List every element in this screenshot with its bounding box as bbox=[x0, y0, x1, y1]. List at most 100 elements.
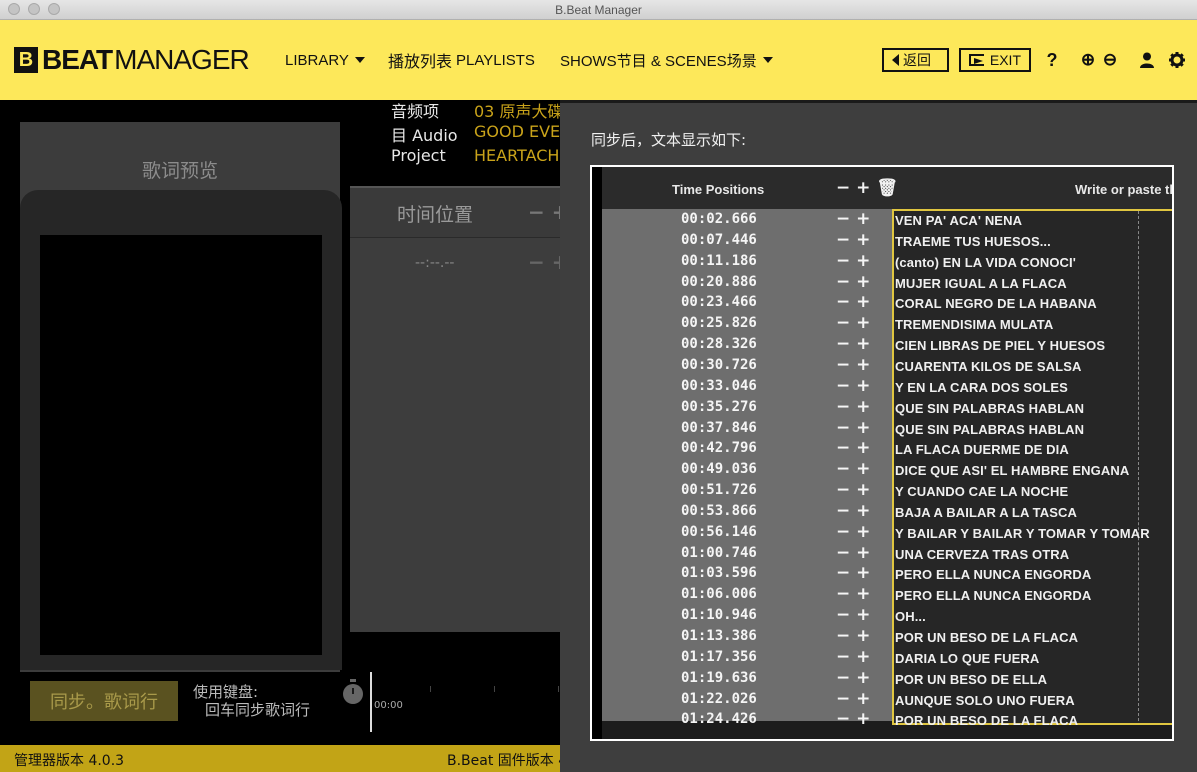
row-adjust-controls[interactable]: − + bbox=[836, 584, 870, 604]
row-adjust-controls[interactable]: − + bbox=[836, 251, 870, 271]
lyric-row: 00:11.186 − + (canto) EN LA VIDA CONOCI' bbox=[592, 251, 1172, 274]
lyric-line: (canto) EN LA VIDA CONOCI' bbox=[895, 254, 1076, 270]
time-position: 00:42.796 bbox=[681, 440, 757, 457]
col-write-paste: Write or paste th bbox=[1075, 182, 1172, 197]
row-adjust-controls[interactable]: − + bbox=[836, 334, 870, 354]
row-adjust-controls[interactable]: − + bbox=[836, 459, 870, 479]
row-adjust-controls[interactable]: − + bbox=[836, 626, 870, 646]
row-adjust-controls[interactable]: − + bbox=[836, 376, 870, 396]
project-label-3: Project bbox=[391, 146, 446, 165]
lyric-line: TREMENDISIMA MULATA bbox=[895, 317, 1054, 333]
timeline-tick bbox=[430, 686, 431, 692]
row-adjust-controls[interactable]: − + bbox=[836, 522, 870, 542]
lyric-row: 01:10.946 − + OH... bbox=[592, 605, 1172, 628]
time-position: 00:56.146 bbox=[681, 523, 757, 540]
lyric-row: 00:42.796 − + LA FLACA DUERME DE DIA bbox=[592, 438, 1172, 461]
row-adjust-controls[interactable]: − + bbox=[836, 563, 870, 583]
project-label-1: 音频项 bbox=[391, 102, 440, 121]
app-header: B BEAT MANAGER LIBRARY 播放列表 PLAYLISTS SH… bbox=[0, 20, 1197, 100]
time-position: 00:11.186 bbox=[681, 252, 757, 269]
time-position: 00:33.046 bbox=[681, 377, 757, 394]
row-adjust-controls[interactable]: − + bbox=[836, 647, 870, 667]
gear-icon[interactable] bbox=[1168, 48, 1186, 72]
lyric-row: 01:13.386 − + POR UN BESO DE LA FLACA bbox=[592, 626, 1172, 649]
row-adjust-controls[interactable]: − + bbox=[836, 209, 870, 229]
lyric-row: 00:37.846 − + QUE SIN PALABRAS HABLAN bbox=[592, 418, 1172, 441]
row-adjust-controls[interactable]: − + bbox=[836, 689, 870, 709]
col-time-positions: Time Positions bbox=[672, 182, 765, 197]
manager-version: 管理器版本 4.0.3 bbox=[14, 753, 125, 769]
chevron-down-icon bbox=[354, 57, 365, 63]
lyric-row: 00:23.466 − + CORAL NEGRO DE LA HABANA bbox=[592, 292, 1172, 315]
zoom-in-icon[interactable]: ⊕ bbox=[1078, 48, 1098, 72]
lyric-line: DICE QUE ASI' EL HAMBRE ENGANA bbox=[895, 463, 1130, 479]
project-label-2: 目 Audio bbox=[391, 126, 458, 145]
time-position: 01:06.006 bbox=[681, 586, 757, 603]
stopwatch-icon[interactable] bbox=[341, 679, 365, 705]
help-icon[interactable]: ? bbox=[1043, 48, 1061, 72]
lyric-line: BAJA A BAILAR A LA TASCA bbox=[895, 504, 1077, 520]
lyric-row: 00:25.826 − + TREMENDISIMA MULATA bbox=[592, 313, 1172, 336]
nav-library[interactable]: LIBRARY bbox=[285, 49, 365, 71]
lyric-line: Y CUANDO CAE LA NOCHE bbox=[895, 484, 1069, 500]
nav-shows-scenes[interactable]: SHOWS节目 & SCENES场景 bbox=[560, 49, 773, 71]
nav-playlists-en: PLAYLISTS bbox=[456, 51, 535, 69]
row-adjust-controls[interactable]: − + bbox=[836, 668, 870, 688]
row-adjust-controls[interactable]: − + bbox=[836, 605, 870, 625]
user-icon[interactable] bbox=[1138, 48, 1156, 72]
back-label: 返回 bbox=[903, 52, 931, 68]
row-adjust-controls[interactable]: − + bbox=[836, 438, 870, 458]
window-titlebar: B.Beat Manager bbox=[0, 0, 1197, 20]
row-adjust-controls[interactable]: − + bbox=[836, 501, 870, 521]
lyric-line: POR UN BESO DE ELLA bbox=[895, 671, 1048, 687]
nav-playlists[interactable]: 播放列表 PLAYLISTS bbox=[388, 49, 535, 72]
time-position: 01:17.356 bbox=[681, 648, 757, 665]
sync-timeline[interactable]: 00:00 bbox=[370, 672, 560, 732]
row-adjust-controls[interactable]: − + bbox=[836, 272, 870, 292]
time-position: 00:49.036 bbox=[681, 461, 757, 478]
lyric-line: VEN PA' ACA' NENA bbox=[895, 213, 1023, 228]
exit-button[interactable]: EXIT bbox=[959, 48, 1031, 72]
lyric-row: 00:07.446 − + TRAEME TUS HUESOS... bbox=[592, 230, 1172, 253]
lyric-line: CUARENTA KILOS DE SALSA bbox=[895, 358, 1082, 374]
phone-screen bbox=[40, 235, 322, 655]
lyric-line: MUJER IGUAL A LA FLACA bbox=[895, 275, 1067, 291]
nav-library-label: LIBRARY bbox=[285, 51, 349, 69]
back-arrow-icon bbox=[892, 54, 899, 66]
time-position: 01:10.946 bbox=[681, 607, 757, 624]
lyric-line: POR UN BESO DE LA FLACA bbox=[895, 630, 1079, 645]
lyric-row: 01:00.746 − + UNA CERVEZA TRAS OTRA bbox=[592, 543, 1172, 566]
row-adjust-controls[interactable]: − + bbox=[836, 480, 870, 500]
time-position: 00:07.446 bbox=[681, 231, 757, 248]
nav-shows-label: SHOWS节目 & SCENES场景 bbox=[560, 52, 757, 70]
row-adjust-controls[interactable]: − + bbox=[836, 397, 870, 417]
logo-b-icon: B bbox=[14, 47, 38, 73]
time-position: 00:35.276 bbox=[681, 398, 757, 415]
lyric-row: 00:51.726 − + Y CUANDO CAE LA NOCHE bbox=[592, 480, 1172, 503]
time-position: 00:28.326 bbox=[681, 336, 757, 353]
lyric-line: UNA CERVEZA TRAS OTRA bbox=[895, 546, 1070, 562]
row-adjust-controls[interactable]: − + bbox=[836, 418, 870, 438]
firmware-version: B.Beat 固件版本 4 bbox=[447, 753, 568, 769]
lyric-row: 00:28.326 − + CIEN LIBRAS DE PIEL Y HUESOS bbox=[592, 334, 1172, 357]
lyric-row: 00:02.666 − + VEN PA' ACA' NENA bbox=[592, 209, 1172, 232]
lyric-line: PERO ELLA NUNCA ENGORDA bbox=[895, 588, 1092, 604]
overlay-caption: 同步后，文本显示如下: bbox=[591, 131, 747, 149]
app-logo: B BEAT MANAGER bbox=[14, 44, 250, 75]
lyric-line: DARIA LO QUE FUERA bbox=[895, 650, 1040, 666]
logo-manager: MANAGER bbox=[114, 44, 250, 75]
timeline-start-label: 00:00 bbox=[374, 700, 403, 711]
zoom-out-icon[interactable]: ⊖ bbox=[1100, 48, 1120, 72]
project-value-2: GOOD EVEN bbox=[474, 122, 573, 141]
lyrics-preview-title: 歌词预览 bbox=[141, 160, 218, 182]
row-adjust-controls[interactable]: − + bbox=[836, 355, 870, 375]
sync-lyric-line-button[interactable]: 同步。歌词行 bbox=[30, 681, 178, 721]
back-button[interactable]: 返回 bbox=[882, 48, 949, 72]
time-positions-label: 时间位置 bbox=[397, 204, 474, 226]
row-adjust-controls[interactable]: − + bbox=[836, 230, 870, 250]
row-adjust-controls[interactable]: − + bbox=[836, 543, 870, 563]
row-adjust-controls[interactable]: − + bbox=[836, 313, 870, 333]
row-adjust-controls[interactable]: − + bbox=[836, 292, 870, 312]
lyric-row: 00:35.276 − + QUE SIN PALABRAS HABLAN bbox=[592, 397, 1172, 420]
lyric-line: OH... bbox=[895, 609, 926, 625]
